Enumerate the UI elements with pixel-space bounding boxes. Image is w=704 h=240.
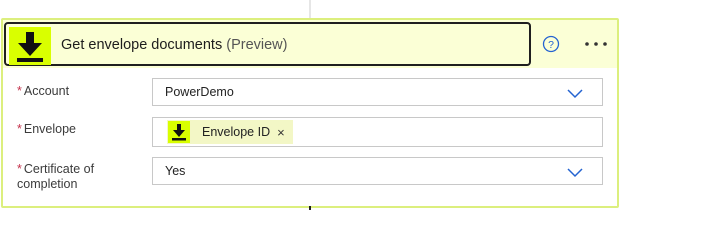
envelope-label-text: Envelope [23,122,76,136]
action-title: Get envelope documents (Preview) [61,37,287,53]
connector-line-bottom [309,206,311,210]
chevron-down-icon[interactable] [566,165,584,178]
envelope-label: * Envelope [17,122,76,137]
certificate-label: * Certificate of completion [17,162,94,192]
account-label: * Account [17,84,69,99]
download-icon [168,121,190,143]
certificate-label-line2: completion [17,177,78,191]
certificate-value: Yes [165,164,186,178]
connector-line-top [309,0,311,19]
account-label-text: Account [23,84,70,98]
action-title-main: Get envelope documents [61,37,223,53]
account-value: PowerDemo [165,85,234,99]
download-icon [9,27,51,65]
envelope-id-token[interactable]: Envelope ID × [167,120,293,144]
envelope-input[interactable]: Envelope ID × [152,117,603,147]
account-dropdown[interactable]: PowerDemo [152,78,603,106]
required-marker: * [17,84,22,98]
action-card-header: Get envelope documents (Preview) ? [3,20,617,68]
close-icon[interactable]: × [277,125,285,140]
certificate-dropdown[interactable]: Yes [152,157,603,185]
certificate-label-line1: Certificate of [23,162,95,176]
required-marker: * [17,162,22,176]
action-card: Get envelope documents (Preview) ? * Acc… [1,18,619,208]
action-title-preview: (Preview) [226,37,288,53]
token-label: Envelope ID [202,125,271,139]
more-options-icon[interactable] [581,33,611,55]
help-circle-icon[interactable]: ? [542,35,560,53]
flow-canvas: Get envelope documents (Preview) ? * Acc… [0,0,704,228]
required-marker: * [17,122,22,136]
chevron-down-icon[interactable] [566,86,584,99]
action-title-bar[interactable]: Get envelope documents (Preview) [4,22,531,66]
svg-text:?: ? [548,39,554,51]
